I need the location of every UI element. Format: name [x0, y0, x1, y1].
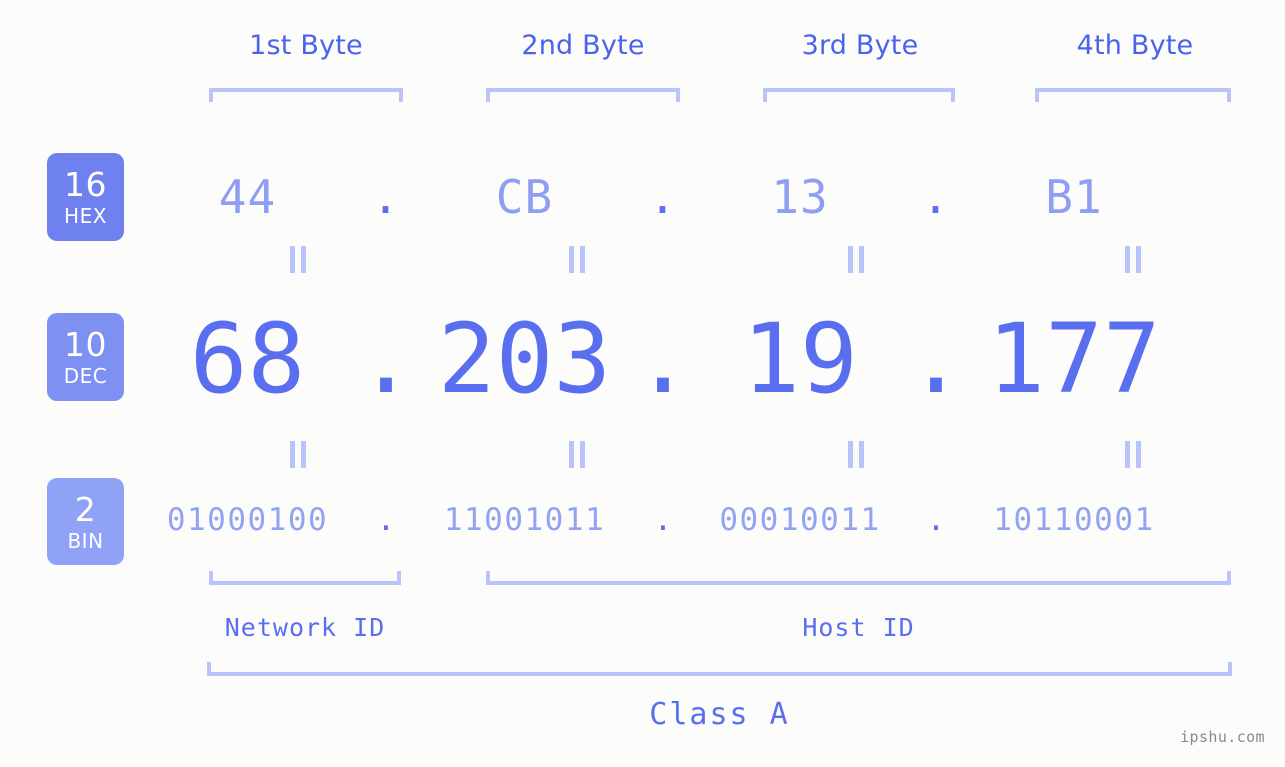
base-badge-dec[interactable]: 10 DEC — [47, 313, 124, 401]
byte-header-4: 4th Byte — [1076, 30, 1194, 61]
base-badge-dec-number: 10 — [64, 325, 107, 364]
byte-header-3: 3rd Byte — [801, 30, 919, 61]
equals-symbol-3 — [848, 246, 864, 273]
bin-octet-1: 01000100 — [166, 502, 329, 538]
bin-separator-2: . — [653, 502, 673, 538]
hex-octet-1: 44 — [218, 170, 277, 224]
equals-symbol-1 — [290, 246, 306, 273]
hex-value-row: 44 . CB . 13 . B1 — [150, 152, 1255, 242]
equals-symbol-4 — [1125, 246, 1141, 273]
byte-header-2: 2nd Byte — [521, 30, 645, 61]
class-label: Class A — [649, 697, 790, 732]
hex-separator-2: . — [648, 170, 678, 224]
dec-octet-1: 68 — [189, 303, 306, 415]
host-id-label: Host ID — [802, 613, 915, 642]
bin-separator-1: . — [376, 502, 396, 538]
base-badge-dec-unit: DEC — [63, 364, 108, 388]
class-bracket — [207, 662, 1232, 676]
hex-separator-3: . — [921, 170, 951, 224]
dec-separator-1: . — [357, 303, 415, 415]
watermark: ipshu.com — [1180, 728, 1265, 746]
network-id-bracket — [209, 571, 401, 585]
dec-octet-2: 203 — [437, 303, 612, 415]
base-badge-bin-unit: BIN — [67, 528, 104, 553]
hex-octet-3: 13 — [771, 170, 829, 224]
hex-separator-1: . — [371, 170, 401, 224]
dec-separator-3: . — [907, 303, 965, 415]
byte-bracket-1 — [209, 88, 403, 102]
bin-separator-3: . — [926, 502, 946, 538]
dec-octet-3: 19 — [742, 303, 858, 415]
byte-bracket-2 — [486, 88, 680, 102]
ip-breakdown-diagram: 1st Byte 2nd Byte 3rd Byte 4th Byte 16 H… — [0, 0, 1285, 767]
hex-octet-4: B1 — [1045, 170, 1103, 224]
equals-symbol-6 — [569, 441, 585, 468]
bin-octet-4: 10110001 — [993, 502, 1155, 538]
base-badge-hex-unit: HEX — [64, 204, 107, 228]
base-badge-hex-number: 16 — [64, 165, 107, 204]
bin-value-row: 01000100 . 11001011 . 00010011 . 1011000… — [150, 492, 1255, 548]
byte-bracket-4 — [1035, 88, 1231, 102]
dec-separator-2: . — [634, 303, 692, 415]
equals-symbol-2 — [569, 246, 585, 273]
bin-octet-2: 11001011 — [443, 502, 606, 538]
equals-symbol-8 — [1125, 441, 1141, 468]
dec-value-row: 68 . 203 . 19 . 177 — [150, 300, 1255, 418]
equals-symbol-5 — [290, 441, 306, 468]
bin-octet-3: 00010011 — [719, 502, 881, 538]
base-badge-hex[interactable]: 16 HEX — [47, 153, 124, 241]
byte-bracket-3 — [763, 88, 955, 102]
network-id-label: Network ID — [224, 613, 386, 642]
byte-header-1: 1st Byte — [249, 30, 363, 61]
base-badge-bin-number: 2 — [74, 489, 97, 529]
hex-octet-2: CB — [495, 170, 554, 224]
equals-symbol-7 — [848, 441, 864, 468]
dec-octet-4: 177 — [987, 303, 1161, 415]
host-id-bracket — [486, 571, 1231, 585]
base-badge-bin[interactable]: 2 BIN — [47, 478, 124, 565]
